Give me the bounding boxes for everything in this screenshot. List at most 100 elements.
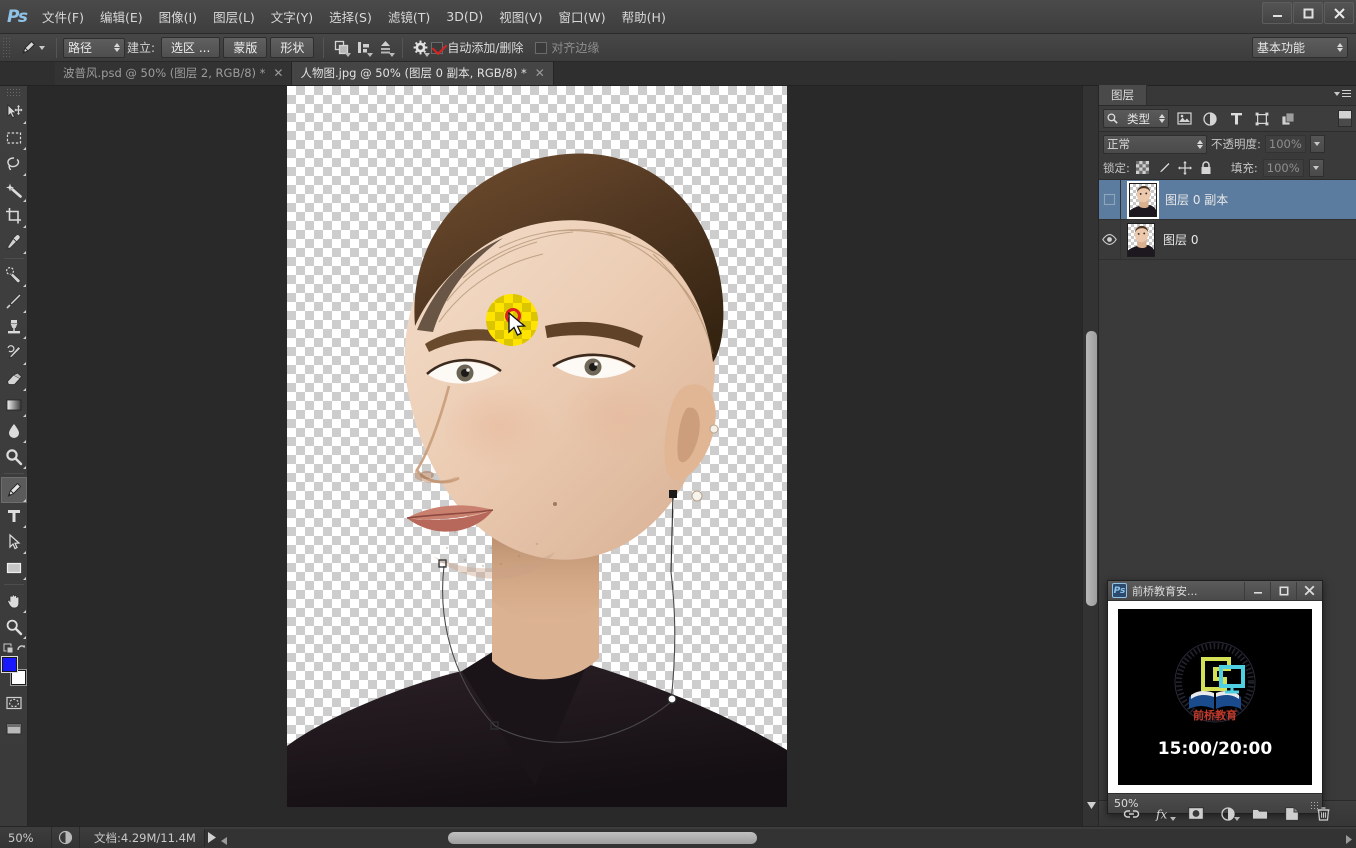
canvas-area[interactable] (28, 86, 1098, 826)
foreground-color-swatch[interactable] (1, 657, 17, 672)
clone-stamp-tool[interactable] (1, 314, 27, 340)
document-icon[interactable] (52, 827, 80, 848)
type-tool[interactable] (1, 503, 27, 529)
scroll-end-arrow-icon[interactable] (1346, 833, 1352, 847)
float-window-canvas[interactable]: 前桥教育 15:00/20:00 (1108, 601, 1322, 793)
delete-layer-icon[interactable] (1315, 805, 1333, 823)
layer-visibility-toggle[interactable] (1099, 180, 1121, 219)
hand-tool[interactable] (1, 588, 27, 614)
lock-image-icon[interactable] (1156, 160, 1172, 176)
layer-row-copy[interactable]: 图层 0 副本 (1099, 180, 1356, 220)
make-selection-button[interactable]: 选区 ... (161, 37, 221, 58)
new-adjustment-layer-icon[interactable] (1219, 805, 1240, 823)
canvas-horizontal-scroll-thumb[interactable] (447, 831, 757, 844)
menu-help[interactable]: 帮助(H) (614, 0, 674, 33)
tools-panel-grip[interactable] (5, 88, 22, 96)
path-selection-tool[interactable] (1, 529, 27, 555)
path-arrangement-icon[interactable] (374, 37, 396, 59)
menu-layer[interactable]: 图层(L) (205, 0, 263, 33)
close-icon[interactable]: ✕ (535, 66, 545, 80)
close-button[interactable] (1324, 2, 1354, 24)
path-alignment-icon[interactable] (352, 37, 374, 59)
fill-stepper[interactable] (1308, 158, 1324, 177)
options-bar-grip[interactable] (2, 36, 11, 59)
blur-tool[interactable] (1, 418, 27, 444)
align-edges-checkbox[interactable] (535, 41, 548, 54)
opacity-stepper[interactable] (1309, 135, 1325, 153)
path-operations-icon[interactable] (330, 37, 352, 59)
smart-object-filter-icon[interactable] (1277, 109, 1299, 129)
color-swatches[interactable] (1, 656, 27, 686)
pen-tool[interactable] (0, 477, 27, 503)
scroll-down-arrow-icon[interactable] (1083, 798, 1098, 812)
add-layer-mask-icon[interactable] (1187, 805, 1205, 823)
type-layer-filter-icon[interactable] (1225, 109, 1247, 129)
floating-video-window[interactable]: Ps 前桥教育安... 前桥教育 15:00/20:00 50% (1107, 580, 1323, 814)
menu-3d[interactable]: 3D(D) (438, 0, 491, 33)
layer-fx-icon[interactable]: fx (1155, 805, 1176, 823)
new-group-icon[interactable] (1251, 805, 1269, 823)
float-window-titlebar[interactable]: Ps 前桥教育安... (1108, 581, 1322, 601)
auto-add-delete-option[interactable]: 自动添加/删除 (431, 39, 523, 56)
new-layer-icon[interactable] (1283, 805, 1301, 823)
artboard[interactable] (287, 86, 787, 807)
make-mask-button[interactable]: 蒙版 (223, 37, 268, 58)
lasso-tool[interactable] (1, 151, 27, 177)
brush-tool[interactable] (1, 288, 27, 314)
pixel-layer-filter-icon[interactable] (1173, 109, 1195, 129)
float-close-button[interactable] (1296, 581, 1322, 600)
current-tool-preset[interactable] (15, 36, 50, 60)
background-color-swatch[interactable] (10, 670, 26, 685)
tab-portrait-jpg[interactable]: 人物图.jpg @ 50% (图层 0 副本, RGB/8) * ✕ (292, 61, 554, 85)
blend-mode-dropdown[interactable]: 正常 (1103, 134, 1207, 154)
screen-mode-button[interactable] (1, 716, 27, 742)
menu-select[interactable]: 选择(S) (321, 0, 380, 33)
dodge-tool[interactable] (1, 444, 27, 470)
menu-view[interactable]: 视图(V) (491, 0, 550, 33)
align-edges-option[interactable]: 对齐边缘 (535, 39, 599, 56)
rectangular-marquee-tool[interactable] (1, 125, 27, 151)
lock-transparency-icon[interactable] (1135, 160, 1151, 176)
float-minimize-button[interactable] (1244, 581, 1270, 600)
fill-value[interactable]: 100% (1262, 158, 1304, 177)
float-maximize-button[interactable] (1270, 581, 1296, 600)
gradient-tool[interactable] (1, 392, 27, 418)
layer-thumbnail[interactable] (1129, 182, 1157, 217)
layer-thumbnail[interactable] (1127, 222, 1155, 257)
maximize-button[interactable] (1293, 2, 1323, 24)
magic-wand-tool[interactable] (1, 177, 27, 203)
menu-file[interactable]: 文件(F) (34, 0, 92, 33)
menu-window[interactable]: 窗口(W) (551, 0, 614, 33)
menu-image[interactable]: 图像(I) (151, 0, 205, 33)
close-icon[interactable]: ✕ (273, 66, 283, 80)
eyedropper-tool[interactable] (1, 229, 27, 255)
lock-position-icon[interactable] (1177, 160, 1193, 176)
move-tool[interactable] (1, 99, 27, 125)
shape-layer-filter-icon[interactable] (1251, 109, 1273, 129)
panel-menu-icon[interactable] (1334, 90, 1351, 97)
zoom-tool[interactable] (1, 614, 27, 640)
auto-add-delete-checkbox[interactable] (431, 41, 444, 54)
opacity-value[interactable]: 100% (1264, 135, 1306, 153)
history-brush-tool[interactable] (1, 340, 27, 366)
workspace-dropdown[interactable]: 基本功能 (1252, 37, 1348, 58)
path-mode-dropdown[interactable]: 路径 (63, 37, 125, 58)
layer-row-base[interactable]: 图层 0 (1099, 220, 1356, 260)
link-layers-icon[interactable] (1123, 805, 1141, 823)
shape-tool[interactable] (1, 555, 27, 581)
healing-brush-tool[interactable] (1, 262, 27, 288)
crop-tool[interactable] (1, 203, 27, 229)
layer-visibility-toggle[interactable] (1099, 220, 1121, 259)
make-shape-button[interactable]: 形状 (270, 37, 315, 58)
eraser-tool[interactable] (1, 366, 27, 392)
tab-layers[interactable]: 图层 (1099, 85, 1147, 105)
layer-filter-dropdown[interactable]: 类型 (1103, 109, 1169, 128)
menu-filter[interactable]: 滤镜(T) (380, 0, 438, 33)
scroll-left-arrow-icon[interactable] (220, 834, 227, 848)
filter-toggle-icon[interactable] (1338, 110, 1352, 127)
gear-icon[interactable] (409, 37, 431, 59)
video-frame[interactable]: 前桥教育 15:00/20:00 (1118, 609, 1312, 785)
status-zoom-field[interactable]: 50% (0, 827, 52, 848)
canvas-vertical-scroll-thumb[interactable] (1086, 331, 1097, 606)
adjustment-layer-filter-icon[interactable] (1199, 109, 1221, 129)
